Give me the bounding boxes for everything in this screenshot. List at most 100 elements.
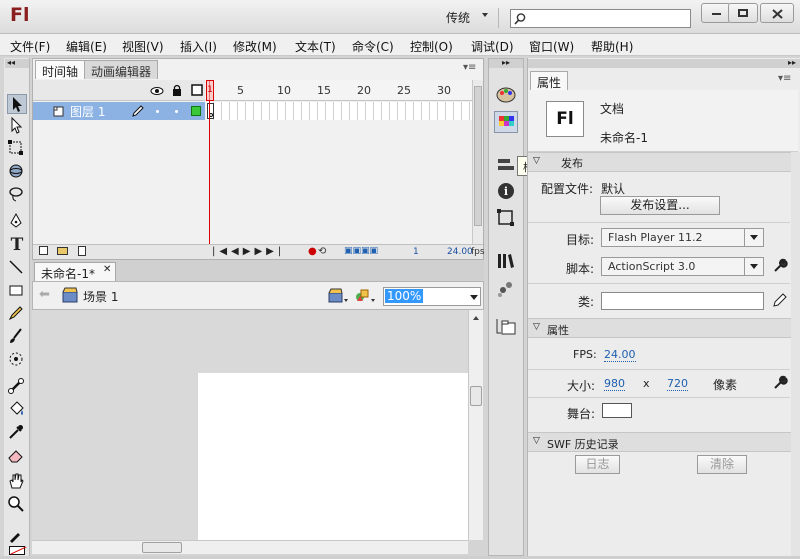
- chevron-down-icon[interactable]: [482, 13, 488, 17]
- zoom-tool-icon[interactable]: [7, 495, 27, 515]
- menu-window[interactable]: 窗口(W): [529, 38, 574, 55]
- eyedropper-tool-icon[interactable]: [7, 423, 27, 443]
- scroll-thumb[interactable]: [470, 386, 482, 406]
- stroke-color-icon[interactable]: [7, 526, 27, 546]
- outline-icon[interactable]: [191, 84, 203, 96]
- pencil-icon[interactable]: [772, 292, 788, 308]
- chevron-down-icon[interactable]: [470, 295, 478, 300]
- workspace-switcher[interactable]: 传统: [446, 9, 470, 26]
- deco-tool-icon[interactable]: [7, 350, 27, 370]
- menu-file[interactable]: 文件(F): [10, 38, 50, 55]
- height-value[interactable]: 720: [667, 377, 688, 391]
- menu-control[interactable]: 控制(O): [410, 38, 453, 55]
- playback-controls-icon[interactable]: |◀◀▶▶▶|: [212, 246, 285, 257]
- publish-settings-button[interactable]: 发布设置...: [600, 196, 720, 215]
- hand-tool-icon[interactable]: [7, 472, 27, 492]
- fill-color-swatch[interactable]: [9, 546, 27, 555]
- rectangle-tool-icon[interactable]: [7, 281, 27, 301]
- chevron-up-icon[interactable]: [473, 316, 479, 320]
- layer-row[interactable]: 图层 1: [33, 102, 205, 120]
- menu-insert[interactable]: 插入(I): [180, 38, 217, 55]
- minimize-button[interactable]: [701, 3, 731, 23]
- zoom-select[interactable]: 100%: [383, 287, 481, 306]
- search-input[interactable]: [510, 9, 691, 28]
- menu-help[interactable]: 帮助(H): [591, 38, 633, 55]
- fps-readout[interactable]: 24.00: [447, 247, 473, 257]
- new-layer-icon[interactable]: [39, 246, 48, 255]
- edit-multiple-frames-icon[interactable]: ▣▣▣▣: [344, 246, 378, 256]
- 3d-rotation-tool-icon[interactable]: [7, 162, 27, 182]
- edit-scene-icon[interactable]: [327, 287, 349, 305]
- delete-trash-icon[interactable]: [78, 246, 86, 256]
- lock-dot[interactable]: [175, 110, 178, 113]
- tab-motion-editor[interactable]: 动画编辑器: [84, 60, 159, 79]
- close-button[interactable]: [760, 3, 794, 23]
- script-select[interactable]: ActionScript 3.0: [601, 257, 764, 276]
- frame-ruler[interactable]: [206, 80, 472, 101]
- back-arrow-icon[interactable]: ⬅: [39, 287, 50, 302]
- stage-horizontal-scrollbar[interactable]: [32, 540, 468, 554]
- section-publish[interactable]: ▽ 发布: [528, 152, 798, 172]
- menu-text[interactable]: 文本(T): [295, 38, 336, 55]
- timeline-scrollbar[interactable]: [472, 80, 483, 244]
- eye-icon[interactable]: [150, 85, 164, 97]
- target-select[interactable]: Flash Player 11.2: [601, 228, 764, 247]
- log-button[interactable]: 日志: [575, 455, 620, 474]
- layer-name[interactable]: 图层 1: [70, 103, 105, 120]
- document-tab[interactable]: 未命名-1* ✕: [34, 262, 116, 281]
- lock-icon[interactable]: [171, 84, 183, 96]
- brush-tool-icon[interactable]: [7, 327, 27, 347]
- bone-tool-icon[interactable]: [7, 377, 27, 397]
- scroll-thumb[interactable]: [142, 542, 182, 553]
- expand-icon[interactable]: ▸▸: [489, 59, 523, 68]
- stage-color-swatch[interactable]: [602, 403, 632, 418]
- pen-tool-icon[interactable]: [7, 212, 27, 232]
- frame-grid[interactable]: [206, 102, 472, 120]
- properties-scrollbar[interactable]: [791, 152, 800, 556]
- close-icon[interactable]: ✕: [103, 264, 111, 275]
- selection-tool-icon[interactable]: [7, 94, 27, 114]
- info-icon[interactable]: i: [494, 180, 518, 202]
- eraser-tool-icon[interactable]: [7, 446, 27, 466]
- menu-edit[interactable]: 编辑(E): [66, 38, 107, 55]
- clear-button[interactable]: 清除: [697, 455, 747, 474]
- free-transform-tool-icon[interactable]: [7, 139, 27, 159]
- class-input[interactable]: [601, 292, 764, 310]
- stage-vertical-scrollbar[interactable]: [468, 310, 483, 540]
- menu-modify[interactable]: 修改(M): [233, 38, 277, 55]
- menu-commands[interactable]: 命令(C): [352, 38, 394, 55]
- new-folder-icon[interactable]: [57, 247, 68, 255]
- frame-empty-area[interactable]: [206, 120, 472, 244]
- library-panel-icon[interactable]: [494, 250, 518, 272]
- align-panel-icon[interactable]: [494, 154, 518, 176]
- line-tool-icon[interactable]: [7, 258, 27, 278]
- edit-symbols-icon[interactable]: [354, 287, 376, 305]
- current-frame-readout[interactable]: 1: [413, 247, 419, 257]
- swatches-panel-icon[interactable]: [494, 111, 518, 133]
- tab-properties[interactable]: 属性: [530, 71, 569, 90]
- panel-menu-icon[interactable]: ▾≡: [463, 62, 476, 73]
- text-tool-icon[interactable]: T: [7, 235, 27, 255]
- menu-view[interactable]: 视图(V): [122, 38, 164, 55]
- subselection-tool-icon[interactable]: [7, 116, 27, 136]
- project-panel-icon[interactable]: [494, 316, 518, 338]
- pencil-tool-icon[interactable]: [7, 304, 27, 324]
- lasso-tool-icon[interactable]: [7, 185, 27, 205]
- layer-color-swatch[interactable]: [191, 106, 201, 116]
- tab-timeline[interactable]: 时间轴: [35, 60, 86, 79]
- collapse-icon[interactable]: ◂◂: [5, 59, 29, 68]
- fps-value[interactable]: 24.00: [604, 348, 636, 362]
- collapse-icon[interactable]: ▸▸: [528, 59, 800, 68]
- playhead[interactable]: 1: [206, 80, 214, 101]
- transform-panel-icon[interactable]: [494, 207, 518, 229]
- motion-presets-icon[interactable]: [494, 278, 518, 300]
- section-properties[interactable]: ▽ 属性: [528, 318, 798, 338]
- onion-skin-icon[interactable]: ●: [308, 246, 317, 257]
- menu-debug[interactable]: 调试(D): [471, 38, 514, 55]
- wrench-icon[interactable]: [772, 375, 788, 391]
- width-value[interactable]: 980: [604, 377, 625, 391]
- stage-canvas[interactable]: [198, 373, 468, 540]
- loop-icon[interactable]: ⟲: [318, 246, 326, 257]
- paint-bucket-tool-icon[interactable]: [7, 400, 27, 420]
- section-swf-history[interactable]: ▽ SWF 历史记录: [528, 432, 798, 452]
